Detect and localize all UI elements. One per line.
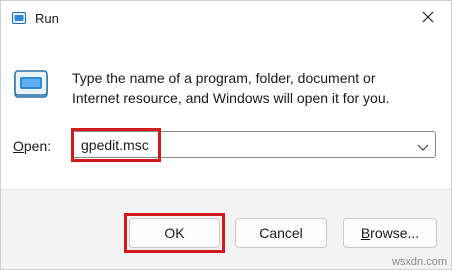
watermark: wsxdn.com	[391, 256, 447, 268]
run-dialog: Run Type the name of a program, folder, …	[0, 0, 452, 270]
title-bar: Run	[1, 1, 451, 37]
run-icon	[12, 11, 26, 24]
close-icon	[422, 10, 434, 28]
description-text: Type the name of a program, folder, docu…	[72, 68, 432, 108]
cancel-button[interactable]: Cancel	[235, 218, 327, 248]
button-bar: OK Cancel Browse... wsxdn.com	[1, 189, 451, 269]
open-input[interactable]	[73, 132, 411, 157]
browse-button[interactable]: Browse...	[343, 218, 437, 248]
ok-button-label: OK	[164, 225, 185, 241]
open-label: Open:	[13, 138, 51, 154]
ok-button[interactable]: OK	[129, 218, 220, 248]
open-combobox[interactable]	[72, 131, 436, 158]
open-label-mnemonic: O	[13, 138, 24, 154]
description-line-1: Type the name of a program, folder, docu…	[72, 70, 376, 86]
close-button[interactable]	[405, 1, 451, 37]
window-title: Run	[35, 11, 59, 26]
description-line-2: Internet resource, and Windows will open…	[72, 90, 390, 106]
browse-label-rest: rowse...	[370, 225, 420, 241]
browse-button-label: Browse...	[361, 225, 419, 241]
open-label-rest: pen:	[23, 138, 52, 154]
browse-mnemonic: B	[360, 225, 371, 241]
run-program-icon	[14, 69, 48, 99]
chevron-down-icon[interactable]	[417, 139, 429, 151]
cancel-button-label: Cancel	[259, 225, 303, 241]
